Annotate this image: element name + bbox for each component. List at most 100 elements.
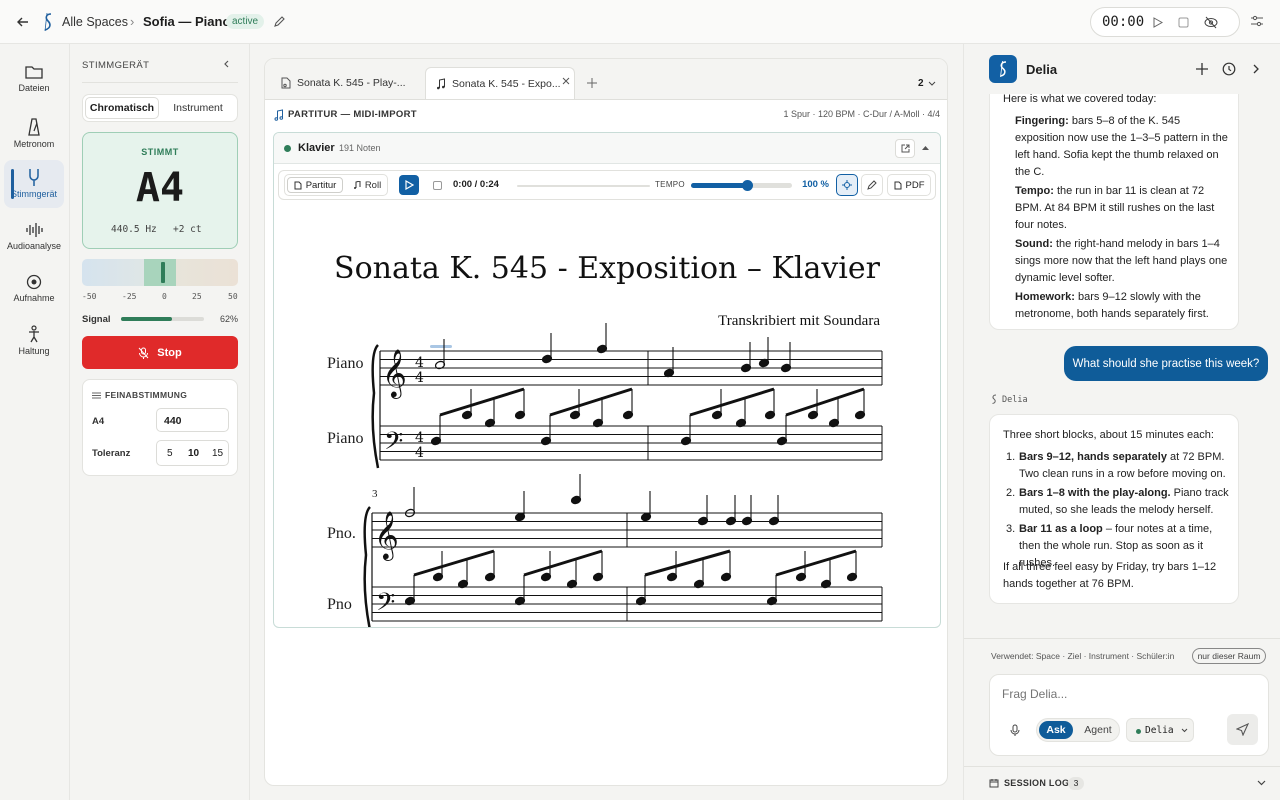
new-chat-icon[interactable] — [1196, 63, 1208, 75]
user-message: What should she practise this week? — [1064, 346, 1268, 381]
tuner-header: STIMMGERÄT — [82, 60, 150, 71]
reply-item: 1. Bars 9–12, hands separately at 72 BPM.… — [1006, 451, 1226, 480]
rail-label: Metronom — [13, 139, 55, 149]
follow-cursor-button[interactable] — [836, 174, 858, 196]
file-music-icon — [281, 77, 291, 89]
view-label: Roll — [364, 179, 382, 191]
playback-time: 0:00 / 0:24 — [453, 179, 499, 190]
track-note-count: 191 Noten — [339, 143, 381, 153]
delia-mini-icon — [990, 394, 998, 405]
signal-label: Signal — [82, 314, 111, 325]
ask-mode-button[interactable]: Ask — [1039, 721, 1073, 739]
scale-tick: 0 — [162, 292, 167, 301]
chat-composer: Ask Agent Delia — [989, 674, 1269, 756]
meter-needle — [161, 262, 166, 283]
context-info: Verwendet: Space · Ziel · Instrument · S… — [991, 651, 1175, 661]
time-signature: 4 — [415, 445, 424, 461]
tempo-knob[interactable] — [742, 180, 754, 191]
eye-off-icon[interactable] — [1204, 16, 1218, 29]
time-signature: 4 — [415, 430, 424, 446]
tab-label: Sonata K. 545 - Play-... — [297, 77, 406, 89]
view-label: Partitur — [305, 179, 337, 191]
beam — [775, 549, 857, 577]
beam — [689, 387, 775, 417]
music-note-icon — [274, 109, 284, 121]
chat-messages: Here is what we covered today: Fingering… — [964, 94, 1280, 638]
send-button[interactable] — [1227, 714, 1258, 745]
settings-sliders-icon[interactable] — [1250, 14, 1264, 28]
progress-track[interactable] — [517, 185, 650, 187]
page-title: Sofia — Piano — [143, 14, 231, 29]
timer-display: 00:00 — [1102, 14, 1145, 30]
tolerance-label: Toleranz — [92, 448, 131, 459]
annotate-button[interactable] — [861, 174, 883, 196]
chat-input[interactable] — [1002, 685, 1252, 703]
rail-item-aufnahme[interactable]: Aufnahme — [4, 274, 64, 303]
track-card: Klavier 191 Noten Partitur Roll 0:00 / 0… — [273, 132, 941, 628]
scale-tick: 25 — [192, 292, 202, 301]
stop-square-icon[interactable] — [433, 181, 442, 190]
a4-input[interactable]: 440 — [156, 408, 229, 432]
status-badge: active — [226, 14, 265, 29]
tuner-panel: STIMMGERÄT Chromatisch Instrument STIMMT… — [70, 44, 250, 800]
tempo-slider[interactable] — [691, 180, 792, 191]
agent-mode-button[interactable]: Agent — [1077, 721, 1119, 739]
external-link-icon — [901, 144, 910, 153]
pdf-button[interactable]: PDF — [887, 174, 931, 196]
delia-avatar — [989, 55, 1017, 83]
sheet-music: Sonata K. 545 - Exposition – Klavier Tra… — [274, 203, 940, 627]
frequency-readout: 440.5 Hz — [111, 224, 157, 235]
collapse-panel-chevron-icon[interactable] — [1253, 64, 1260, 74]
collapse-up-icon[interactable] — [922, 145, 929, 151]
waveform-icon — [4, 222, 64, 238]
model-selector[interactable]: Delia — [1126, 718, 1194, 742]
timer-play-icon[interactable] — [1153, 17, 1163, 28]
chevron-down-icon[interactable] — [1257, 780, 1266, 786]
meter-scale: -50 -25 0 25 50 — [82, 292, 238, 304]
rail-item-stimmgeraet[interactable]: Stimmgerät — [4, 160, 64, 208]
history-clock-icon[interactable] — [1222, 62, 1236, 76]
microphone-icon[interactable] — [1010, 724, 1020, 737]
stop-button[interactable]: Stop — [82, 336, 238, 369]
tolerance-option[interactable]: 5 — [167, 448, 173, 459]
assistant-name: Delia — [1026, 62, 1058, 77]
reply-list: 1. Bars 9–12, hands separately at 72 BPM.… — [1006, 449, 1229, 572]
rail-item-haltung[interactable]: Haltung — [4, 325, 64, 356]
tolerance-selector: 5 10 15 — [156, 440, 229, 466]
session-log-label[interactable]: SESSION LOG — [1004, 778, 1069, 788]
back-arrow-icon[interactable] — [16, 15, 30, 29]
time-signature: 4 — [415, 355, 424, 371]
score-document: Sonata K. 545 - Play-... Sonata K. 545 -… — [264, 58, 948, 786]
add-tab-icon[interactable] — [587, 78, 597, 88]
signal-fill — [121, 317, 173, 321]
tab-exposition[interactable]: Sonata K. 545 - Expo... — [425, 67, 575, 99]
tab-play-along[interactable]: Sonata K. 545 - Play-... — [271, 67, 423, 99]
rail-item-dateien[interactable]: Dateien — [4, 64, 64, 93]
play-button[interactable] — [399, 175, 419, 195]
edit-pencil-icon[interactable] — [273, 15, 286, 28]
summary-head: Tempo: — [1015, 185, 1054, 197]
rail-item-audioanalyse[interactable]: Audioanalyse — [4, 222, 64, 251]
scope-chip[interactable]: nur dieser Raum — [1192, 648, 1266, 664]
view-roll-button[interactable]: Roll — [347, 177, 387, 193]
close-tab-icon[interactable] — [562, 77, 570, 85]
mode-chromatisch-button[interactable]: Chromatisch — [85, 97, 159, 119]
score-header-label: PARTITUR — MIDI-IMPORT — [288, 109, 417, 120]
message-intro: Here is what we covered today: — [1003, 94, 1157, 105]
timer-stop-icon[interactable] — [1178, 17, 1189, 28]
rail-item-metronom[interactable]: Metronom — [4, 118, 64, 149]
tolerance-option-selected[interactable]: 10 — [188, 448, 199, 459]
staff-notation: 𝄞𝄢4444𝄞𝄢 — [363, 323, 883, 627]
note-display: A4 — [135, 165, 185, 211]
music-note-icon — [436, 77, 446, 90]
tempo-fill — [691, 183, 748, 188]
scale-tick: -25 — [122, 292, 137, 301]
tolerance-option[interactable]: 15 — [212, 448, 223, 459]
view-partitur-button[interactable]: Partitur — [287, 177, 343, 193]
breadcrumb-alle-spaces[interactable]: Alle Spaces — [62, 15, 128, 29]
mode-instrument-button[interactable]: Instrument — [161, 97, 235, 119]
collapse-chevron-icon[interactable] — [222, 59, 232, 69]
tab-count-dropdown[interactable]: 2 — [918, 78, 936, 89]
beam — [644, 549, 731, 577]
open-external-button[interactable] — [895, 139, 915, 158]
